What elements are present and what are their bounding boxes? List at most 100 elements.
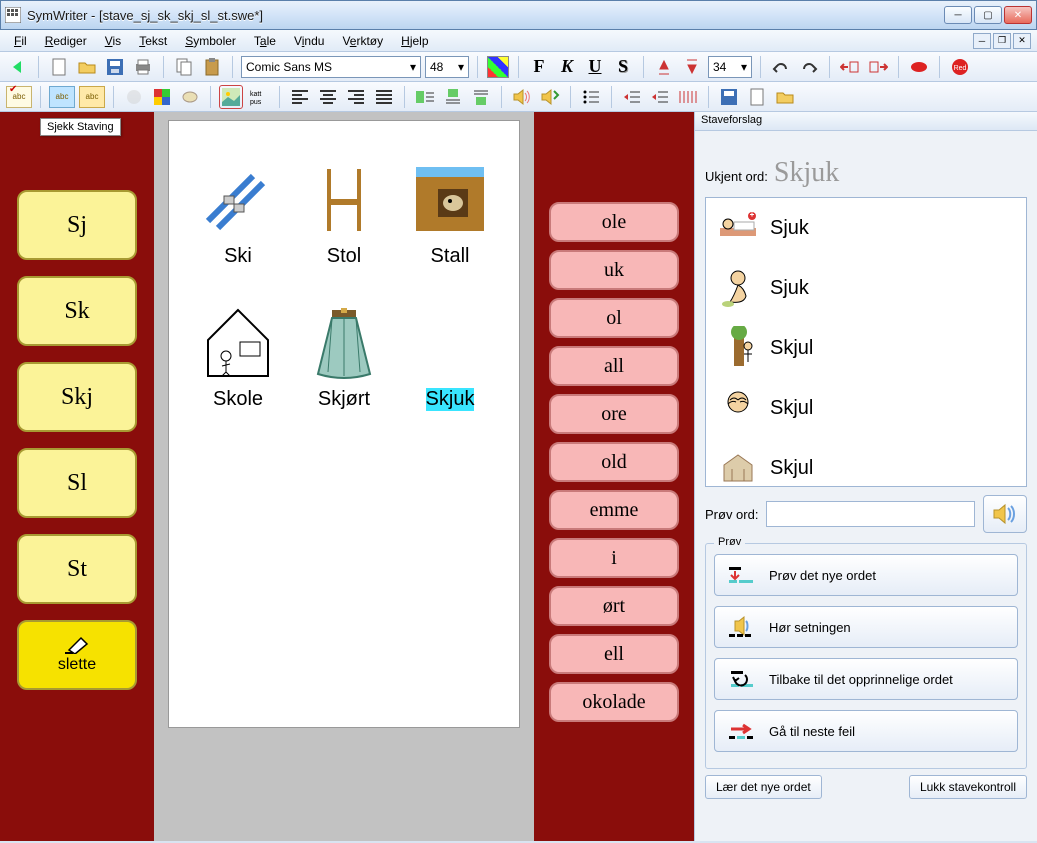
kattpus-icon[interactable]: kattpus <box>247 85 271 109</box>
align-left-icon[interactable] <box>288 85 312 109</box>
menu-vindu[interactable]: Vindu <box>286 32 333 50</box>
sym-size-up-icon[interactable] <box>652 55 676 79</box>
bold-button[interactable]: F <box>527 55 551 79</box>
symbol-off-icon[interactable] <box>122 85 146 109</box>
indent-right-icon[interactable] <box>620 85 644 109</box>
right-btn-i[interactable]: i <box>549 538 679 578</box>
wordlist-blue-icon[interactable]: abc <box>49 86 75 108</box>
save-grid-icon[interactable] <box>717 85 741 109</box>
font-color-icon[interactable] <box>486 55 510 79</box>
right-btn-okolade[interactable]: okolade <box>549 682 679 722</box>
close-spellcheck-button[interactable]: Lukk stavekontroll <box>909 775 1027 799</box>
right-btn-all[interactable]: all <box>549 346 679 386</box>
open-icon[interactable] <box>75 55 99 79</box>
undo-icon[interactable] <box>769 55 793 79</box>
italic-button[interactable]: K <box>555 55 579 79</box>
menu-symboler[interactable]: Symboler <box>177 32 244 50</box>
maximize-button[interactable]: ▢ <box>974 6 1002 24</box>
menu-hjelp[interactable]: Hjelp <box>393 32 436 50</box>
wordlist-yellow-icon[interactable]: abc <box>79 86 105 108</box>
speak-repeat-icon[interactable] <box>538 85 562 109</box>
font-size-value: 48 <box>430 60 443 74</box>
shadow-button[interactable]: S <box>611 55 635 79</box>
doc-close-button[interactable]: ✕ <box>1013 33 1031 49</box>
color-symbol-icon[interactable] <box>150 85 174 109</box>
suggestion-list[interactable]: Sjuk Sjuk Skjul Skjul Skjul <box>705 197 1027 487</box>
menu-verktoy[interactable]: Verktøy <box>334 32 391 50</box>
right-btn-ol[interactable]: ol <box>549 298 679 338</box>
right-btn-ort[interactable]: ørt <box>549 586 679 626</box>
menu-vis[interactable]: Vis <box>97 32 129 50</box>
suggestion-item[interactable]: Skjul <box>706 378 1026 438</box>
hear-sentence-button[interactable]: Hør setningen <box>714 606 1018 648</box>
right-btn-ole[interactable]: ole <box>549 202 679 242</box>
text-above-sym-icon[interactable] <box>441 85 465 109</box>
save-icon[interactable] <box>103 55 127 79</box>
mono-symbol-icon[interactable] <box>178 85 202 109</box>
print-icon[interactable] <box>131 55 155 79</box>
minimize-button[interactable]: ─ <box>944 6 972 24</box>
left-btn-sj[interactable]: Sj <box>17 190 137 260</box>
font-name-combo[interactable]: Comic Sans MS ▾ <box>241 56 421 78</box>
bullets-icon[interactable] <box>579 85 603 109</box>
indent-left-icon[interactable] <box>648 85 672 109</box>
sym-size-down-icon[interactable] <box>680 55 704 79</box>
close-button[interactable]: ✕ <box>1004 6 1032 24</box>
record-icon[interactable] <box>907 55 931 79</box>
underline-button[interactable]: U <box>583 55 607 79</box>
suggestion-item[interactable]: Skjul <box>706 438 1026 487</box>
open-grid-icon[interactable] <box>773 85 797 109</box>
left-btn-skj[interactable]: Skj <box>17 362 137 432</box>
new-doc-icon[interactable] <box>47 55 71 79</box>
suggestion-item[interactable]: Skjul <box>706 318 1026 378</box>
suggestion-text: Sjuk <box>770 217 809 240</box>
right-btn-old[interactable]: old <box>549 442 679 482</box>
right-btn-ore[interactable]: ore <box>549 394 679 434</box>
menu-fil[interactable]: Fil <box>6 32 35 50</box>
copy-icon[interactable] <box>172 55 196 79</box>
try-word-input[interactable] <box>766 501 975 527</box>
redo-icon[interactable] <box>797 55 821 79</box>
suggestion-item[interactable]: Sjuk <box>706 198 1026 258</box>
suggestion-text: Sjuk <box>770 277 809 300</box>
align-justify-icon[interactable] <box>372 85 396 109</box>
doc-minimize-button[interactable]: ─ <box>973 33 991 49</box>
text-below-sym-icon[interactable] <box>469 85 493 109</box>
font-size-combo[interactable]: 48 ▾ <box>425 56 469 78</box>
prev-grid-icon[interactable] <box>838 55 862 79</box>
align-right-icon[interactable] <box>344 85 368 109</box>
learn-word-button[interactable]: Lær det nye ordet <box>705 775 822 799</box>
doc-restore-button[interactable]: ❐ <box>993 33 1011 49</box>
image-symbol-icon[interactable] <box>219 85 243 109</box>
back-environment-icon[interactable] <box>6 55 30 79</box>
align-center-icon[interactable] <box>316 85 340 109</box>
toolbar-2: ✔abc abc abc kattpus <box>0 82 1037 112</box>
menu-rediger[interactable]: Rediger <box>37 32 95 50</box>
speak-icon[interactable] <box>510 85 534 109</box>
left-btn-st[interactable]: St <box>17 534 137 604</box>
next-grid-icon[interactable] <box>866 55 890 79</box>
go-to-next-error-button[interactable]: Gå til neste feil <box>714 710 1018 752</box>
left-btn-sl[interactable]: Sl <box>17 448 137 518</box>
text-left-sym-icon[interactable] <box>413 85 437 109</box>
red-dot-icon[interactable]: Red <box>948 55 972 79</box>
new-grid-icon[interactable] <box>745 85 769 109</box>
back-to-original-button[interactable]: Tilbake til det opprinnelige ordet <box>714 658 1018 700</box>
svg-text:katt: katt <box>250 91 261 98</box>
speak-try-word-button[interactable] <box>983 495 1027 533</box>
paste-icon[interactable] <box>200 55 224 79</box>
tabstops-icon[interactable] <box>676 85 700 109</box>
right-btn-emme[interactable]: emme <box>549 490 679 530</box>
right-btn-ell[interactable]: ell <box>549 634 679 674</box>
menu-tekst[interactable]: Tekst <box>131 32 175 50</box>
symbol-size-combo[interactable]: 34 ▾ <box>708 56 752 78</box>
hear-icon <box>725 615 759 639</box>
spellcheck-button[interactable]: ✔abc <box>6 86 32 108</box>
suggestion-item[interactable]: Sjuk <box>706 258 1026 318</box>
document-page[interactable]: Ski Stol Stall Skole Skjørt <box>168 120 520 728</box>
right-btn-uk[interactable]: uk <box>549 250 679 290</box>
try-new-word-button[interactable]: Prøv det nye ordet <box>714 554 1018 596</box>
menu-tale[interactable]: Tale <box>246 32 284 50</box>
left-btn-sk[interactable]: Sk <box>17 276 137 346</box>
left-btn-slette[interactable]: slette <box>17 620 137 690</box>
